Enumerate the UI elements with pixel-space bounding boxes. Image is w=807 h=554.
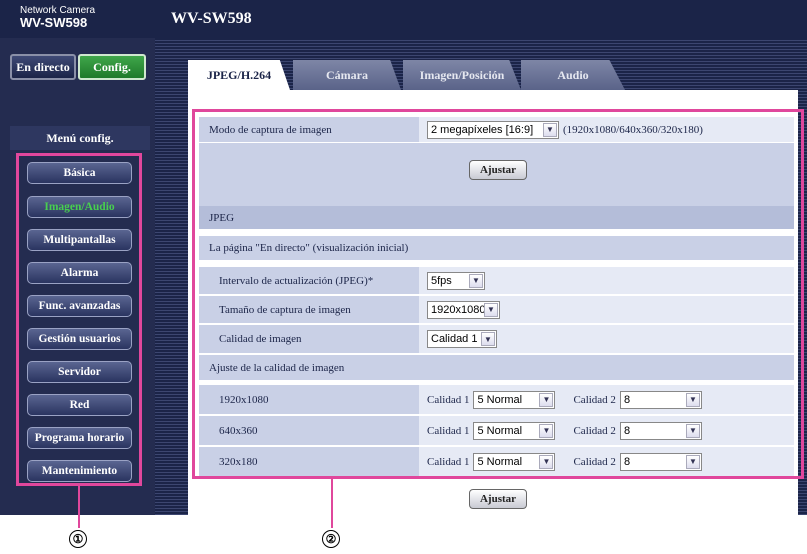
config-button[interactable]: Config. xyxy=(78,54,146,80)
tab-camara[interactable]: Cámara xyxy=(293,60,401,90)
page-title: WV-SW598 xyxy=(171,10,252,27)
brand-model: WV-SW598 xyxy=(20,15,88,30)
content-highlight-box xyxy=(192,109,804,479)
callout-1: ① xyxy=(69,530,87,548)
top-bar xyxy=(0,0,807,38)
live-button[interactable]: En directo xyxy=(10,54,76,80)
callout-1-leader xyxy=(78,486,80,528)
callout-2-leader xyxy=(331,479,333,528)
menu-highlight-box xyxy=(16,153,142,486)
tab-imagen-posicion[interactable]: Imagen/Posición xyxy=(403,60,521,90)
tab-jpeg-h264[interactable]: JPEG/H.264 xyxy=(188,60,290,90)
set-jpeg-button[interactable]: Ajustar xyxy=(469,489,527,509)
tab-audio[interactable]: Audio xyxy=(521,60,625,90)
callout-2: ② xyxy=(322,530,340,548)
menu-title: Menú config. xyxy=(10,126,150,150)
